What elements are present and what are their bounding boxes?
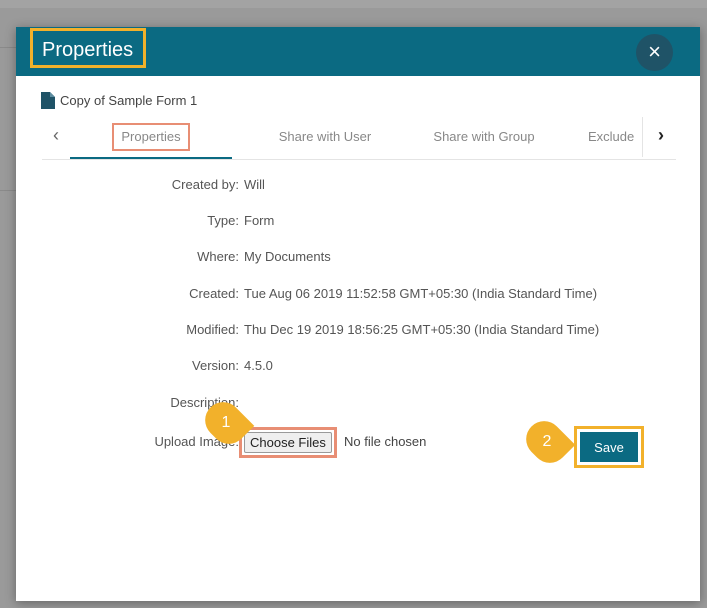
close-icon: × <box>648 39 661 64</box>
property-value: Will <box>244 177 265 192</box>
dialog-title: Properties <box>30 28 147 68</box>
file-name: Copy of Sample Form 1 <box>60 92 198 108</box>
properties-dialog: Properties × Copy of Sample Form 1 ‹ Pro… <box>16 27 700 601</box>
active-tab-indicator <box>70 157 232 159</box>
tab-prev-icon[interactable]: ‹ <box>46 125 66 147</box>
background-divider <box>0 47 16 48</box>
property-created-by: Created by: Will <box>16 177 700 197</box>
property-value: Tue Aug 06 2019 11:52:58 GMT+05:30 (Indi… <box>244 286 598 301</box>
property-description: Description: <box>16 395 700 415</box>
tab-share-with-user[interactable]: Share with User <box>256 117 394 157</box>
document-icon <box>41 91 55 109</box>
tab-exclude[interactable]: Exclude <box>574 117 644 157</box>
property-label: Type: <box>207 213 239 228</box>
property-created: Created: Tue Aug 06 2019 11:52:58 GMT+05… <box>16 286 700 306</box>
background-divider <box>0 190 16 191</box>
property-value: Thu Dec 19 2019 18:56:25 GMT+05:30 (Indi… <box>244 322 600 337</box>
property-label: Version: <box>192 358 239 373</box>
tab-properties[interactable]: Properties <box>70 117 232 157</box>
background-app-bar <box>0 0 707 8</box>
choose-files-button[interactable]: Choose Files <box>244 432 332 453</box>
property-modified: Modified: Thu Dec 19 2019 18:56:25 GMT+0… <box>16 322 700 342</box>
dialog-header: Properties × <box>16 27 700 76</box>
close-button[interactable]: × <box>636 34 673 71</box>
save-highlight: Save <box>574 426 644 468</box>
file-status: No file chosen <box>344 434 427 449</box>
file-info: Copy of Sample Form 1 <box>41 91 197 109</box>
step-1-number: 1 <box>221 414 231 431</box>
step-2-number: 2 <box>542 433 552 450</box>
property-label: Modified: <box>186 322 239 337</box>
tab-next-icon[interactable]: › <box>651 125 671 147</box>
property-type: Type: Form <box>16 213 700 233</box>
tab-bar: ‹ Properties Share with User Share with … <box>42 117 677 160</box>
tab-next-container: › <box>642 117 677 157</box>
property-label: Created by: <box>171 177 239 192</box>
save-button[interactable]: Save <box>580 432 638 462</box>
property-label: Where: <box>197 249 239 264</box>
property-value: Form <box>244 213 275 228</box>
choose-files-highlight: Choose Files <box>239 427 337 458</box>
property-version: Version: 4.5.0 <box>16 358 700 378</box>
property-label: Created: <box>189 286 239 301</box>
property-value: 4.5.0 <box>244 358 273 373</box>
property-value: My Documents <box>244 249 331 264</box>
tab-share-with-group[interactable]: Share with Group <box>418 117 550 157</box>
tab-properties-label: Properties <box>112 123 190 151</box>
property-where: Where: My Documents <box>16 249 700 269</box>
